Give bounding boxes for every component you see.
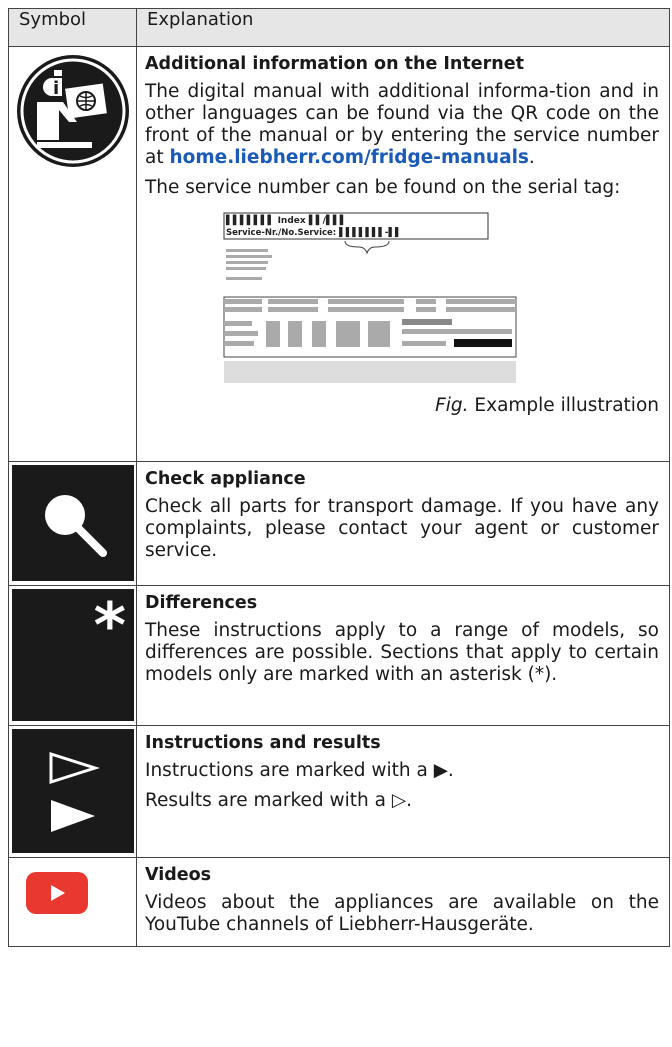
row-title: Check appliance [145,469,306,489]
explanation-column-header: Explanation [136,8,670,47]
instruction-arrows-icon [12,729,134,853]
symbol-cell [8,857,137,947]
symbol-cell [8,461,137,586]
row-text: Check all parts for transport damage. If… [145,496,659,561]
caption-fig: Fig. [435,395,469,416]
svg-text:i: i [53,78,59,99]
row-title: Videos [145,865,212,885]
table-row-check: Check appliance Check all parts for tran… [8,461,670,586]
table-row-videos: Videos Videos about the appliances are a… [8,857,670,947]
instructions-line: Instructions are marked with a ▶. [145,760,454,781]
table-row-internet: i Additional information on the Internet… [8,46,670,462]
row-text: These instructions apply to a range of m… [145,620,659,685]
serial-text: The service number can be found on the s… [145,177,621,198]
symbol-table: Symbol Explanation i Additional informat… [8,8,670,947]
explanation-cell: Videos Videos about the appliances are a… [136,857,670,947]
manuals-link[interactable]: home.liebherr.com/fridge-manuals [169,147,528,168]
symbol-cell [8,725,137,858]
caption-text: Example illustration [468,395,659,416]
figure-caption: Fig. Example illustration [145,395,659,417]
table-row-differences: * Differences These instructions apply t… [8,585,670,726]
symbol-cell: * [8,585,137,726]
tag-index-text: ▌▌▌▌▌▌▌ Index ▌▌/▌▌▌ [225,214,347,226]
symbol-column-header: Symbol [8,8,137,47]
explanation-cell: Check appliance Check all parts for tran… [136,461,670,586]
table-header-row: Symbol Explanation [8,8,670,47]
symbol-cell: i [8,46,137,462]
row-title: Instructions and results [145,733,381,753]
explanation-cell: Differences These instructions apply to … [136,585,670,726]
row-title: Additional information on the Internet [145,54,524,74]
row-text: Videos about the appliances are availabl… [145,892,659,935]
table-row-instructions: Instructions and results Instructions ar… [8,725,670,858]
row-text: The digital manual with additional infor… [145,81,659,169]
row-title: Differences [145,593,258,613]
tag-service-text: Service-Nr./No.Service: ▌▌▌▌▌▌▌-▌▌ [226,227,402,238]
serial-tag-illustration: ▌▌▌▌▌▌▌ Index ▌▌/▌▌▌ Service-Nr./No.Serv… [220,211,520,387]
info-internet-icon: i [17,55,129,167]
results-line: Results are marked with a ▷. [145,790,412,811]
asterisk-icon: * [12,589,134,721]
youtube-icon [26,872,88,914]
text-after-link: . [528,147,535,168]
explanation-cell: Additional information on the Internet T… [136,46,670,462]
explanation-cell: Instructions and results Instructions ar… [136,725,670,858]
magnifier-icon [12,465,134,581]
